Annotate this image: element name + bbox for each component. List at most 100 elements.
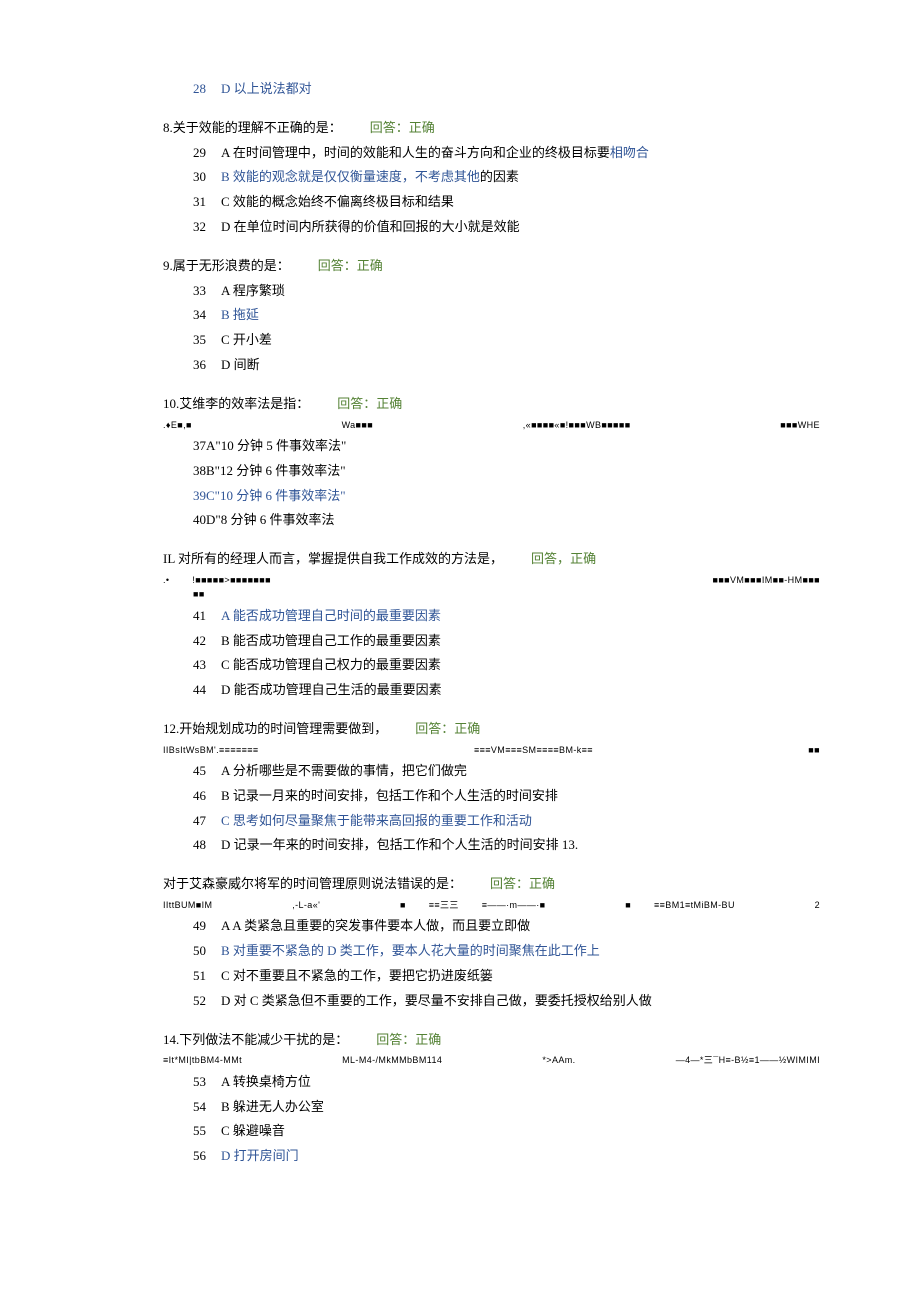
option-number: 47 <box>193 811 221 832</box>
question-title: 14.下列做法不能减少干扰的是：回答：正确 <box>163 1030 820 1051</box>
answer-label: 回答： <box>490 876 529 891</box>
leading-option: 28 D 以上说法都对 <box>193 79 820 100</box>
option: 50B 对重要不紧急的 D 类工作，要本人花大量的时间聚焦在此工作上 <box>193 941 820 962</box>
option: 49A A 类紧急且重要的突发事件要本人做，而且要立即做 <box>193 916 820 937</box>
answer-label: 回答： <box>370 120 409 135</box>
answer-value: 正确 <box>409 120 435 135</box>
option-text: 37A"10 分钟 5 件事效率法" <box>193 436 346 457</box>
option-number: 35 <box>193 330 221 351</box>
option: 39C"10 分钟 6 件事效率法" <box>193 486 820 507</box>
option-text: B 躲进无人办公室 <box>221 1097 324 1118</box>
option-text: B 拖延 <box>221 305 259 326</box>
answer-value: 正确 <box>570 551 596 566</box>
question-title: 9.属于无形浪费的是：回答：正确 <box>163 256 820 277</box>
option-number: 42 <box>193 631 221 652</box>
option-number: 55 <box>193 1121 221 1142</box>
option: 48D 记录一年来的时间安排，包括工作和个人生活的时间安排 13. <box>193 835 820 856</box>
question-title: IL 对所有的经理人而言，掌握提供自我工作成效的方法是，回答，正确 <box>163 549 820 570</box>
option: 56D 打开房间门 <box>193 1146 820 1167</box>
option-text: D 能否成功管理自己生活的最重要因素 <box>221 680 442 701</box>
option-text: C 对不重要且不紧急的工作，要把它扔进废纸篓 <box>221 966 493 987</box>
option-text: D 在单位时间内所获得的价值和回报的大小就是效能 <box>221 217 520 238</box>
option: 33A 程序繁琐 <box>193 281 820 302</box>
artifact-text: .♦E■,■Wa■■■,«■■■■«■!■■■WB■■■■■■■■WHE <box>163 418 820 432</box>
option-text: B 对重要不紧急的 D 类工作，要本人花大量的时间聚焦在此工作上 <box>221 941 600 962</box>
option-text: B 能否成功管理自己工作的最重要因素 <box>221 631 441 652</box>
option-text: 38B"12 分钟 6 件事效率法" <box>193 461 346 482</box>
option: 32D 在单位时间内所获得的价值和回报的大小就是效能 <box>193 217 820 238</box>
option: 37A"10 分钟 5 件事效率法" <box>193 436 820 457</box>
option: 54B 躲进无人办公室 <box>193 1097 820 1118</box>
option-number: 52 <box>193 991 221 1012</box>
option-number: 32 <box>193 217 221 238</box>
option-text: B 记录一月来的时间安排，包括工作和个人生活的时间安排 <box>221 786 558 807</box>
answer-value: 正确 <box>529 876 555 891</box>
option: 53A 转换桌椅方位 <box>193 1072 820 1093</box>
option-text: C 思考如何尽量聚焦于能带来高回报的重要工作和活动 <box>221 811 532 832</box>
option-text: A A 类紧急且重要的突发事件要本人做，而且要立即做 <box>221 916 530 937</box>
option-number: 56 <box>193 1146 221 1167</box>
artifact-text: ■■ <box>193 587 820 601</box>
option: 29A 在时间管理中，时间的效能和人生的奋斗方向和企业的终极目标要相吻合 <box>193 143 820 164</box>
option-number: 50 <box>193 941 221 962</box>
option: 38B"12 分钟 6 件事效率法" <box>193 461 820 482</box>
option-number: 41 <box>193 606 221 627</box>
option: 40D"8 分钟 6 件事效率法 <box>193 510 820 531</box>
option: 42B 能否成功管理自己工作的最重要因素 <box>193 631 820 652</box>
option-text: D 记录一年来的时间安排，包括工作和个人生活的时间安排 13. <box>221 835 578 856</box>
question-title: 12.开始规划成功的时间管理需要做到，回答：正确 <box>163 719 820 740</box>
option: 45A 分析哪些是不需要做的事情，把它们做完 <box>193 761 820 782</box>
answer-label: 回答： <box>337 396 376 411</box>
option-number: 29 <box>193 143 221 164</box>
artifact-text: ≡It*MI|tbBM4-MMtML-M4-/MkMMbBM114*>AAm.—… <box>163 1053 820 1067</box>
option: 51C 对不重要且不紧急的工作，要把它扔进废纸篓 <box>193 966 820 987</box>
question-title: 10.艾维李的效率法是指：回答：正确 <box>163 394 820 415</box>
option: 52D 对 C 类紧急但不重要的工作，要尽量不安排自己做，要委托授权给别人做 <box>193 991 820 1012</box>
option: 36D 间断 <box>193 355 820 376</box>
option: 30B 效能的观念就是仅仅衡量速度，不考虑其他的因素 <box>193 167 820 188</box>
option-text: A 在时间管理中，时间的效能和人生的奋斗方向和企业的终极目标要相吻合 <box>221 143 649 164</box>
option-text: D 打开房间门 <box>221 1146 299 1167</box>
option-text: C 躲避噪音 <box>221 1121 285 1142</box>
option-number: 30 <box>193 167 221 188</box>
artifact-text: .• !■■■■■>■■■■■■■■■■VM■■■IM■■-HM■■■ <box>163 573 820 587</box>
option-text: A 程序繁琐 <box>221 281 285 302</box>
answer-label: 回答， <box>531 551 570 566</box>
option-text: C 效能的概念始终不偏离终极目标和结果 <box>221 192 454 213</box>
answer-value: 正确 <box>376 396 402 411</box>
option-number: 45 <box>193 761 221 782</box>
artifact-text: IIttBUM■IM,-L-a«'■ ≡≡三三 ≡——·m——·■■ ≡≡BM1… <box>163 898 820 912</box>
option-number: 49 <box>193 916 221 937</box>
option: 44D 能否成功管理自己生活的最重要因素 <box>193 680 820 701</box>
option-text: A 分析哪些是不需要做的事情，把它们做完 <box>221 761 467 782</box>
option-text: 39C"10 分钟 6 件事效率法" <box>193 486 346 507</box>
option-number: 48 <box>193 835 221 856</box>
option-number: 46 <box>193 786 221 807</box>
option: 46B 记录一月来的时间安排，包括工作和个人生活的时间安排 <box>193 786 820 807</box>
answer-value: 正确 <box>415 1032 441 1047</box>
option-number: 53 <box>193 1072 221 1093</box>
answer-value: 正确 <box>454 721 480 736</box>
option-text: D 对 C 类紧急但不重要的工作，要尽量不安排自己做，要委托授权给别人做 <box>221 991 652 1012</box>
option: 47C 思考如何尽量聚焦于能带来高回报的重要工作和活动 <box>193 811 820 832</box>
option: 41A 能否成功管理自己时间的最重要因素 <box>193 606 820 627</box>
option-number: 31 <box>193 192 221 213</box>
option-text: A 转换桌椅方位 <box>221 1072 311 1093</box>
option-text: 40D"8 分钟 6 件事效率法 <box>193 510 334 531</box>
answer-label: 回答： <box>376 1032 415 1047</box>
artifact-text: IIBsItWsBM'.≡≡≡≡≡≡≡≡≡≡VM≡≡≡SM≡≡≡≡BM-k≡≡■… <box>163 743 820 757</box>
option-number: 54 <box>193 1097 221 1118</box>
option-text: D 以上说法都对 <box>221 79 312 100</box>
option-text: B 效能的观念就是仅仅衡量速度，不考虑其他的因素 <box>221 167 519 188</box>
option-text: C 能否成功管理自己权力的最重要因素 <box>221 655 441 676</box>
option: 55C 躲避噪音 <box>193 1121 820 1142</box>
option: 34B 拖延 <box>193 305 820 326</box>
option-text: D 间断 <box>221 355 260 376</box>
answer-label: 回答： <box>415 721 454 736</box>
question-title: 8.关于效能的理解不正确的是：回答：正确 <box>163 118 820 139</box>
option-number: 33 <box>193 281 221 302</box>
option: 35C 开小差 <box>193 330 820 351</box>
option-number: 44 <box>193 680 221 701</box>
option: 31C 效能的概念始终不偏离终极目标和结果 <box>193 192 820 213</box>
option-number: 51 <box>193 966 221 987</box>
